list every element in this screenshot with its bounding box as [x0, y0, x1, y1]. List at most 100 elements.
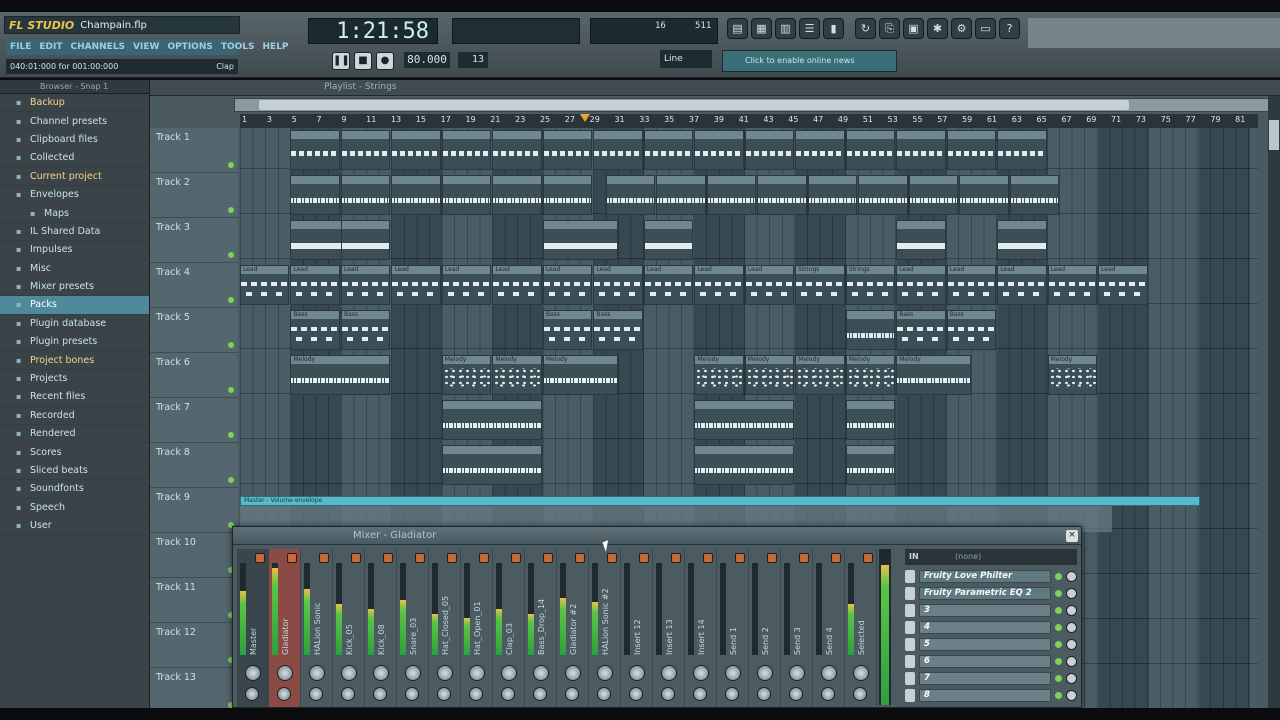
playlist-icon[interactable]: ▤ [727, 18, 748, 39]
slot-mix-knob[interactable] [1066, 639, 1077, 650]
browser-icon[interactable]: ☰ [799, 18, 820, 39]
slot-menu-arrow-icon[interactable] [905, 587, 915, 600]
pattern-clip[interactable]: Melody [441, 355, 492, 395]
slot-menu-arrow-icon[interactable] [905, 655, 915, 668]
pan-knob[interactable] [341, 665, 357, 681]
pattern-clip[interactable]: Lead [1047, 265, 1098, 305]
mixer-strip[interactable]: Insert 13 [653, 549, 685, 707]
track-header[interactable]: Track 12 [150, 623, 238, 668]
pattern-clip[interactable]: Lead [694, 265, 744, 305]
pattern-clip[interactable]: Melody [795, 355, 845, 395]
pattern-clip[interactable]: Bass [340, 310, 391, 350]
volume-knob[interactable] [341, 687, 355, 701]
piano-roll-icon[interactable]: ▥ [775, 18, 796, 39]
pan-knob[interactable] [661, 665, 677, 681]
pause-button[interactable]: ❚❚ [332, 52, 350, 70]
pattern-clip[interactable]: Melody [694, 355, 744, 395]
pattern-clip[interactable] [605, 175, 656, 215]
insert-led[interactable] [255, 553, 265, 563]
pattern-clip[interactable] [908, 175, 959, 215]
menu-channels[interactable]: CHANNELS [71, 42, 126, 52]
browser-item[interactable]: ▪ Impulses [0, 241, 149, 260]
pan-knob[interactable] [693, 665, 709, 681]
pattern-clip[interactable] [391, 175, 441, 215]
fx-slot[interactable]: 3 [905, 603, 1077, 618]
pattern-clip[interactable] [643, 220, 694, 260]
volume-knob[interactable] [437, 687, 451, 701]
menu-file[interactable]: FILE [10, 42, 31, 52]
menu-view[interactable]: VIEW [133, 42, 159, 52]
pattern-clip[interactable]: Melody [542, 355, 618, 395]
track-header[interactable]: Track 4 [150, 263, 238, 308]
browser-item[interactable]: ▪ Backup [0, 94, 149, 113]
render-icon[interactable]: ⎘ [879, 18, 900, 39]
project-info-icon[interactable]: ▭ [975, 18, 996, 39]
pattern-clip[interactable] [845, 445, 896, 485]
tempo-tap-icon[interactable]: ↻ [855, 18, 876, 39]
insert-led[interactable] [479, 553, 489, 563]
fx-slot-label[interactable]: 5 [919, 638, 1051, 651]
menu-edit[interactable]: EDIT [39, 42, 62, 52]
mixer-strip[interactable]: Send 1 [717, 549, 749, 707]
step-sequencer-icon[interactable]: ▦ [751, 18, 772, 39]
fx-slot-label[interactable]: 4 [919, 621, 1051, 634]
mixer-strip[interactable]: Gladiator #2 [557, 549, 589, 707]
snap-mode-selector[interactable]: Line [660, 50, 712, 68]
pattern-selector[interactable]: 13 [458, 52, 488, 68]
insert-led[interactable] [319, 553, 329, 563]
pattern-clip[interactable]: Lead [240, 265, 290, 305]
volume-knob[interactable] [501, 687, 515, 701]
mixer-strip[interactable]: Send 4 [813, 549, 845, 707]
mixer-icon[interactable]: ▮ [823, 18, 844, 39]
track-header[interactable]: Track 5 [150, 308, 238, 353]
playhead-marker[interactable] [580, 114, 590, 122]
pattern-clip[interactable] [492, 175, 542, 215]
pan-knob[interactable] [501, 665, 517, 681]
mixer-strip[interactable]: Master [237, 549, 269, 707]
pan-knob[interactable] [565, 665, 581, 681]
track-header[interactable]: Track 10 [150, 533, 238, 578]
volume-knob[interactable] [757, 687, 771, 701]
track-mute-indicator[interactable] [228, 477, 234, 483]
pattern-clip[interactable]: Lead [1098, 265, 1148, 305]
pattern-clip[interactable] [959, 175, 1009, 215]
mixer-strip[interactable]: Selected [845, 549, 877, 707]
browser-item[interactable]: ▪ Soundfonts [0, 480, 149, 499]
fx-slot-label[interactable]: Fruity Parametric EQ 2 [919, 587, 1051, 600]
track-mute-indicator[interactable] [228, 342, 234, 348]
track-header[interactable]: Track 1 [150, 128, 238, 173]
pan-knob[interactable] [437, 665, 453, 681]
insert-led[interactable] [831, 553, 841, 563]
pattern-clip[interactable] [542, 175, 593, 215]
track-mute-indicator[interactable] [228, 387, 234, 393]
volume-knob[interactable] [277, 687, 291, 701]
fx-slot[interactable]: Fruity Love Philter [905, 569, 1077, 584]
input-selector[interactable]: IN (none) [905, 549, 1077, 565]
browser-item[interactable]: ▪ Sliced beats [0, 462, 149, 481]
insert-led[interactable] [543, 553, 553, 563]
pattern-clip[interactable]: Lead [290, 265, 340, 305]
insert-led[interactable] [639, 553, 649, 563]
pattern-clip[interactable]: Melody [845, 355, 896, 395]
insert-led[interactable] [703, 553, 713, 563]
volume-knob[interactable] [469, 687, 483, 701]
insert-led[interactable] [767, 553, 777, 563]
insert-led[interactable] [383, 553, 393, 563]
pattern-clip[interactable] [845, 400, 896, 440]
track-header[interactable]: Track 7 [150, 398, 238, 443]
mixer-strip[interactable]: Clap_03 [493, 549, 525, 707]
pan-knob[interactable] [533, 665, 549, 681]
slot-menu-arrow-icon[interactable] [905, 638, 915, 651]
browser-item[interactable]: ▪ Recent files [0, 388, 149, 407]
mixer-strip[interactable]: Send 3 [781, 549, 813, 707]
track-mute-indicator[interactable] [228, 432, 234, 438]
pattern-clip[interactable]: Bass [290, 310, 340, 350]
pattern-clip[interactable] [757, 175, 807, 215]
pattern-clip[interactable]: Lead [946, 265, 997, 305]
pattern-clip[interactable] [643, 130, 694, 170]
track-header[interactable]: Track 11 [150, 578, 238, 623]
pattern-clip[interactable]: Lead [391, 265, 441, 305]
fx-slot[interactable]: Fruity Parametric EQ 2 [905, 586, 1077, 601]
pattern-clip[interactable] [997, 130, 1047, 170]
record-button[interactable]: ● [376, 52, 394, 70]
